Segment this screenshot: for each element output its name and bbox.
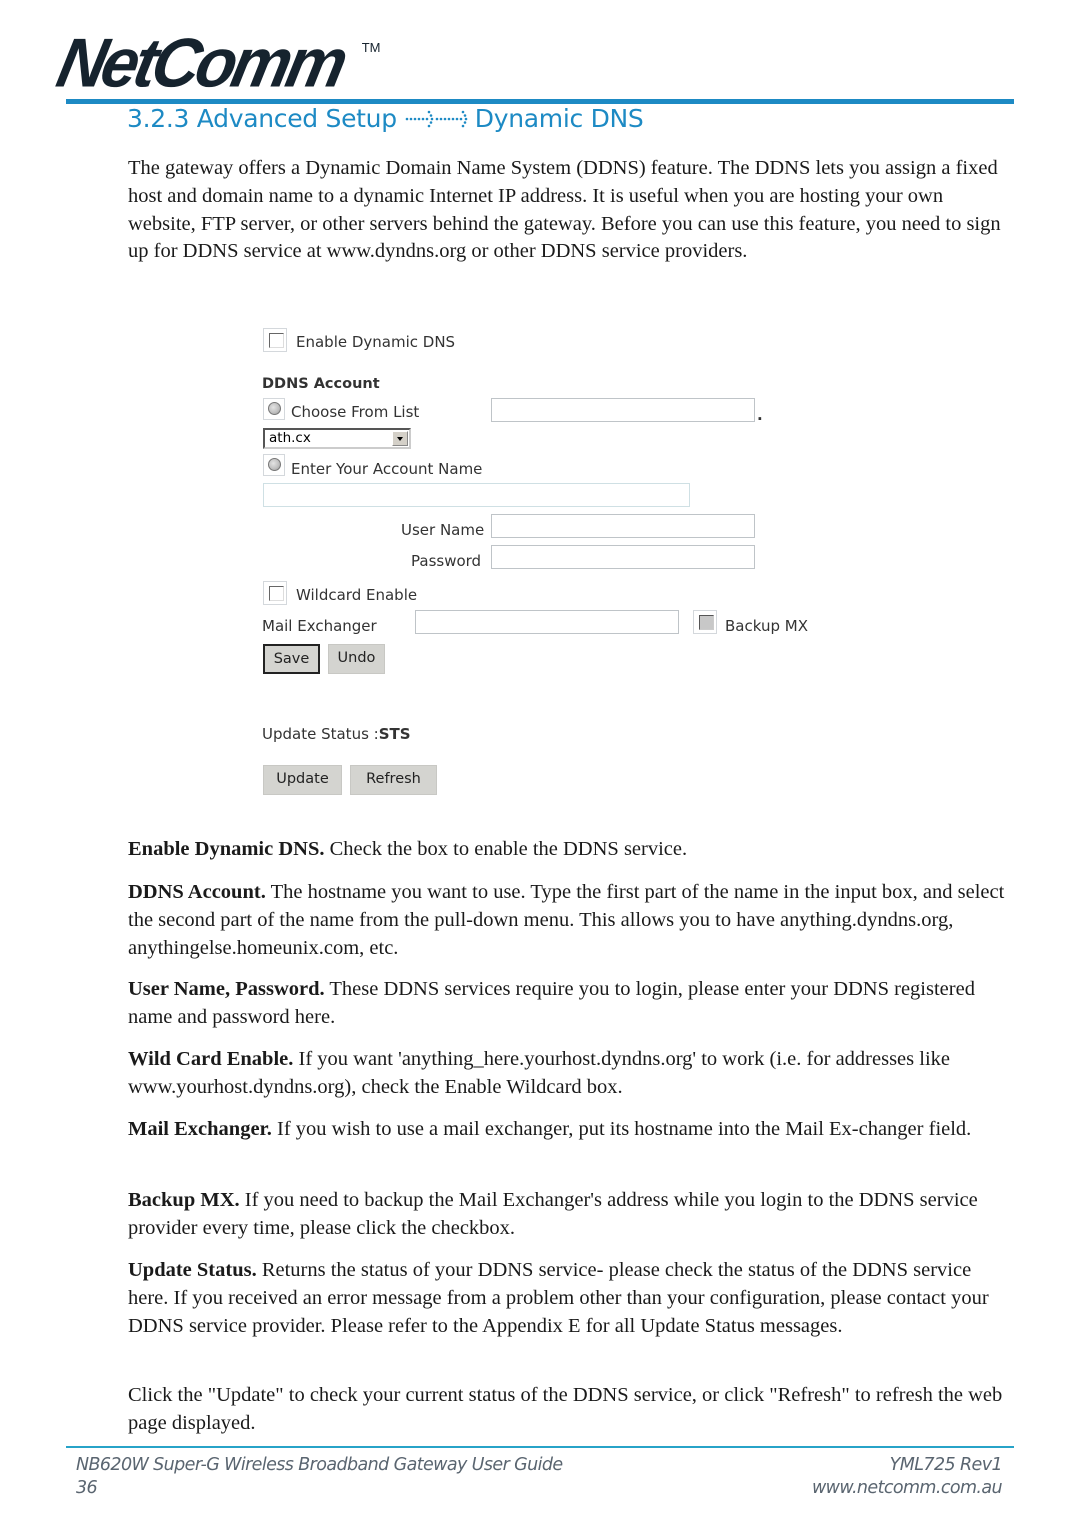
wildcard-label: Wildcard Enable bbox=[296, 586, 418, 604]
desc-term: Update Status. bbox=[128, 1259, 257, 1281]
footer-doc-code: YML725 Rev1 bbox=[889, 1455, 1003, 1475]
save-button[interactable]: Save bbox=[263, 644, 320, 674]
domain-select-value: ath.cx bbox=[269, 430, 311, 446]
footer-rule bbox=[66, 1446, 1014, 1448]
footer-guide-title: NB620W Super-G Wireless Broadband Gatewa… bbox=[76, 1455, 563, 1475]
desc-text: If you need to backup the Mail Exchanger… bbox=[128, 1189, 978, 1239]
section-page: Dynamic DNS bbox=[474, 104, 644, 133]
desc-term: User Name, Password. bbox=[128, 978, 325, 1000]
enter-account-radio[interactable] bbox=[263, 454, 285, 476]
password-input[interactable] bbox=[491, 545, 755, 569]
backup-mx-label: Backup MX bbox=[725, 617, 808, 635]
account-name-input[interactable] bbox=[263, 483, 690, 507]
user-name-input[interactable] bbox=[491, 514, 755, 538]
password-label: Password bbox=[411, 552, 482, 570]
backup-mx-checkbox[interactable] bbox=[693, 610, 717, 634]
desc-text: If you wish to use a mail exchanger, put… bbox=[271, 1118, 972, 1140]
enable-ddns-label: Enable Dynamic DNS bbox=[296, 333, 456, 351]
chevron-down-icon[interactable] bbox=[392, 431, 408, 446]
desc-backup-mx: Backup MX. If you need to backup the Mai… bbox=[128, 1187, 1013, 1243]
desc-term: Enable Dynamic DNS. bbox=[128, 838, 325, 860]
desc-text: Click the "Update" to check your current… bbox=[128, 1384, 1003, 1434]
update-status-value: STS bbox=[378, 725, 411, 743]
refresh-button[interactable]: Refresh bbox=[350, 765, 437, 795]
desc-term: DDNS Account. bbox=[128, 881, 266, 903]
section-number: 3.2.3 bbox=[127, 104, 190, 133]
mail-exchanger-label: Mail Exchanger bbox=[262, 617, 377, 635]
section-title: 3.2.3 Advanced Setup Dynamic DNS bbox=[127, 104, 644, 133]
logo-wordmark: NetComm bbox=[50, 23, 352, 102]
enable-ddns-checkbox[interactable] bbox=[263, 328, 287, 352]
enter-account-label: Enter Your Account Name bbox=[291, 460, 483, 478]
desc-text: Returns the status of your DDNS service-… bbox=[128, 1259, 989, 1337]
intro-paragraph: The gateway offers a Dynamic Domain Name… bbox=[128, 157, 1001, 263]
trademark: TM bbox=[361, 40, 381, 55]
ddns-account-heading: DDNS Account bbox=[262, 376, 380, 392]
update-status-label: Update Status :STS bbox=[262, 725, 411, 743]
section-crumb: Advanced Setup bbox=[196, 104, 397, 133]
netcomm-logo: NetComm TM bbox=[51, 24, 381, 102]
footer-page-number: 36 bbox=[76, 1478, 98, 1498]
update-status-prefix: Update Status : bbox=[262, 725, 379, 743]
desc-update-status: Update Status. Returns the status of you… bbox=[128, 1257, 1013, 1340]
desc-enable-ddns: Enable Dynamic DNS. Check the box to ena… bbox=[128, 836, 1013, 864]
mail-exchanger-input[interactable] bbox=[415, 610, 679, 634]
footer-website: www.netcomm.com.au bbox=[811, 1478, 1003, 1498]
desc-user-password: User Name, Password. These DDNS services… bbox=[128, 976, 1013, 1032]
ddns-settings-form: Enable Dynamic DNS DDNS Account Choose F… bbox=[262, 326, 822, 806]
desc-term: Backup MX. bbox=[128, 1189, 240, 1211]
undo-button[interactable]: Undo bbox=[328, 644, 385, 674]
desc-update-refresh: Click the "Update" to check your current… bbox=[128, 1382, 1013, 1438]
desc-term: Wild Card Enable. bbox=[128, 1048, 294, 1070]
update-button[interactable]: Update bbox=[263, 765, 342, 795]
desc-ddns-account: DDNS Account. The hostname you want to u… bbox=[128, 879, 1013, 962]
desc-mail-exchanger: Mail Exchanger. If you wish to use a mai… bbox=[128, 1116, 1013, 1144]
desc-term: Mail Exchanger. bbox=[128, 1118, 272, 1140]
hostname-input[interactable] bbox=[491, 398, 755, 422]
user-name-label: User Name bbox=[401, 521, 485, 539]
dotted-arrow-icon bbox=[405, 108, 469, 130]
desc-text: Check the box to enable the DDNS service… bbox=[324, 838, 688, 860]
desc-wildcard: Wild Card Enable. If you want 'anything_… bbox=[128, 1046, 1013, 1102]
wildcard-checkbox[interactable] bbox=[263, 581, 287, 605]
domain-select[interactable]: ath.cx bbox=[263, 428, 411, 449]
hostname-dot: . bbox=[757, 406, 763, 424]
choose-from-list-radio[interactable] bbox=[263, 398, 285, 420]
choose-from-list-label: Choose From List bbox=[291, 403, 420, 421]
